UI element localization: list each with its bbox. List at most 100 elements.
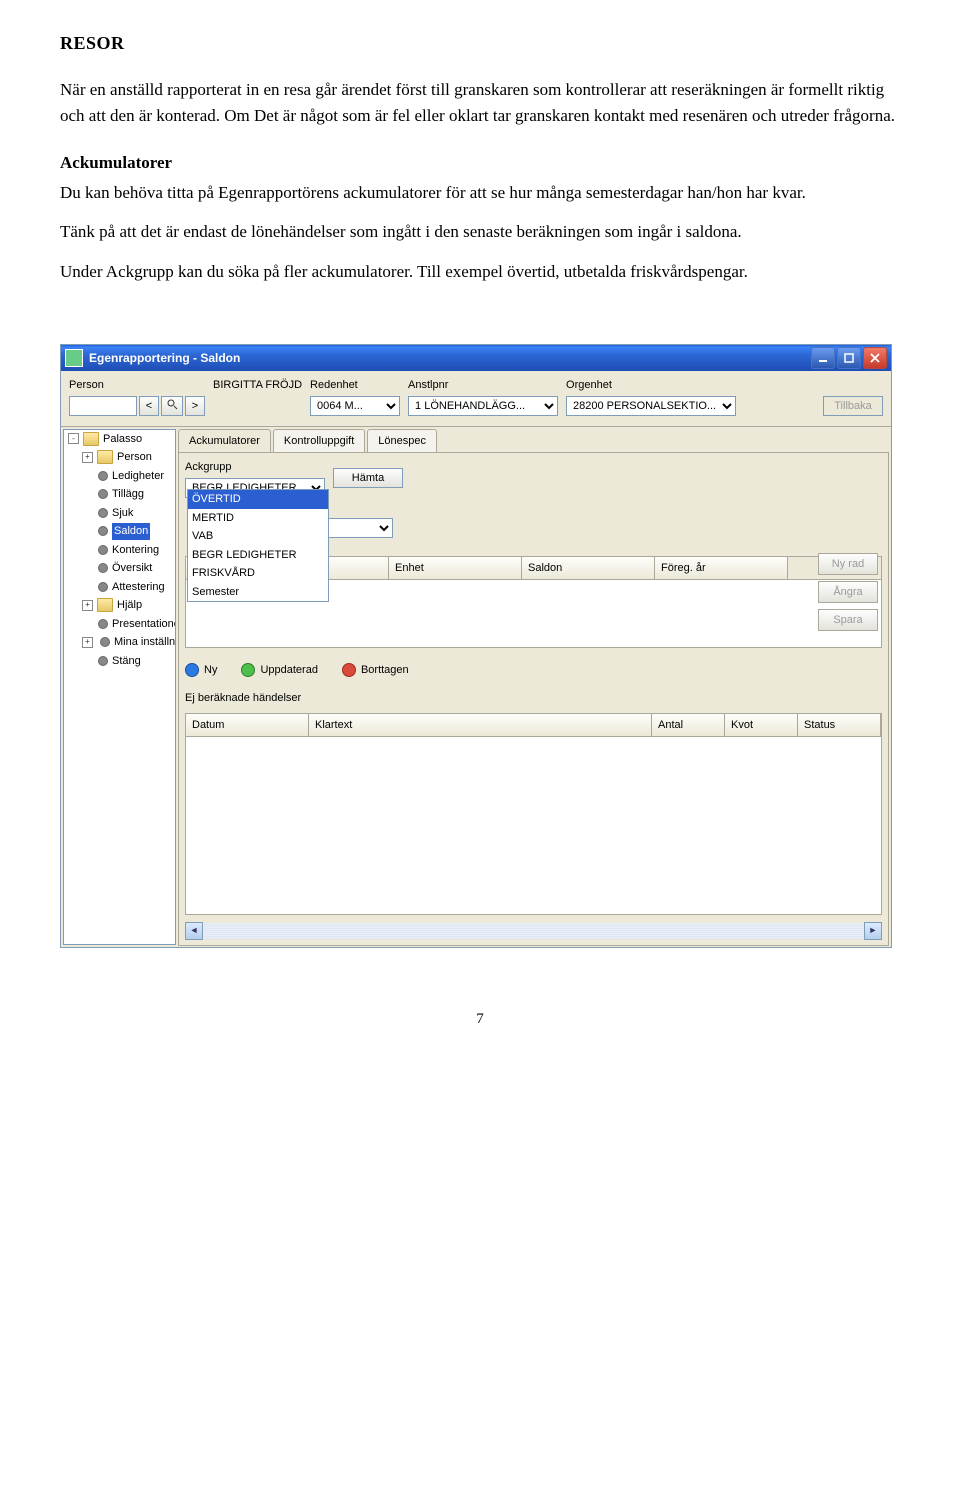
column-header[interactable]: Antal: [652, 714, 725, 737]
tree-expander-icon: [82, 471, 91, 480]
column-header[interactable]: Status: [798, 714, 881, 737]
tree-item-presentationer[interactable]: Presentationer: [64, 615, 175, 634]
legend: Ny Uppdaterad Borttagen: [185, 662, 882, 679]
app-icon: [65, 349, 83, 367]
page-number: 7: [60, 1008, 900, 1031]
ackgrupp-option[interactable]: VAB: [188, 527, 328, 546]
tree-item-mina-inställningar[interactable]: +Mina inställningar: [64, 633, 175, 652]
tree-item-label: Hjälp: [117, 597, 142, 614]
bullet-icon: [98, 526, 108, 536]
bullet-icon: [98, 545, 108, 555]
tree-item-stäng[interactable]: Stäng: [64, 652, 175, 671]
tree-item-label: Översikt: [112, 560, 152, 577]
column-header[interactable]: Enhet: [389, 557, 522, 580]
bullet-icon: [100, 637, 110, 647]
tree-item-person[interactable]: +Person: [64, 448, 175, 467]
horizontal-scrollbar[interactable]: ◄ ►: [185, 923, 882, 939]
tree-expander-icon[interactable]: +: [82, 452, 93, 463]
scroll-track[interactable]: [203, 923, 864, 939]
window-close-button[interactable]: [863, 347, 887, 369]
person-label: Person: [69, 377, 205, 394]
anstlpnr-select[interactable]: 1 LÖNEHANDLÄGG...: [408, 396, 558, 416]
bullet-icon: [98, 471, 108, 481]
anstlpnr-label: Anstlpnr: [408, 377, 558, 394]
tree-item-kontering[interactable]: Kontering: [64, 541, 175, 560]
tab-kontrolluppgift[interactable]: Kontrolluppgift: [273, 429, 365, 453]
legend-borttagen-icon: [342, 663, 356, 677]
hamta-button[interactable]: Hämta: [333, 468, 403, 488]
legend-ny-icon: [185, 663, 199, 677]
tree-item-attestering[interactable]: Attestering: [64, 578, 175, 597]
folder-icon: [97, 450, 113, 464]
person-input[interactable]: [69, 396, 137, 416]
column-header[interactable]: Kvot: [725, 714, 798, 737]
tree-item-label: Kontering: [112, 542, 159, 559]
tree-item-label: Presentationer: [112, 616, 176, 633]
orgenhet-select[interactable]: 28200 PERSONALSEKTIO...: [566, 396, 736, 416]
app-window: Egenrapportering - Saldon Person < >: [60, 344, 892, 948]
tree-item-översikt[interactable]: Översikt: [64, 559, 175, 578]
ackgrupp-option[interactable]: MERTID: [188, 509, 328, 528]
tree-item-hjälp[interactable]: + Hjälp: [64, 596, 175, 615]
tree-item-sjuk[interactable]: Sjuk: [64, 504, 175, 523]
nav-tree[interactable]: - Palasso+PersonLedigheterTilläggSjukSald…: [63, 429, 176, 945]
toolbar: Person < > BIRGITTA FRÖJD Redenhet 0064 …: [61, 371, 891, 427]
column-header[interactable]: Föreg. år: [655, 557, 788, 580]
tree-expander-icon[interactable]: +: [82, 637, 93, 648]
legend-uppdaterad-label: Uppdaterad: [260, 662, 318, 679]
tab-content-ackumulatorer: Ackgrupp BEGR LEDIGHETER Hämta ÖVERTIDME…: [178, 452, 889, 946]
person-prev-button[interactable]: <: [139, 396, 159, 416]
column-header[interactable]: Datum: [186, 714, 309, 737]
tree-item-label: Tillägg: [112, 486, 144, 503]
tree-item-label: Palasso: [103, 431, 142, 448]
tree-item-label: Attestering: [112, 579, 165, 596]
window-minimize-button[interactable]: [811, 347, 835, 369]
tree-item-saldon[interactable]: Saldon: [64, 522, 175, 541]
redenhet-select[interactable]: 0064 M...: [310, 396, 400, 416]
window-maximize-button[interactable]: [837, 347, 861, 369]
legend-uppdaterad-icon: [241, 663, 255, 677]
tree-item-tillägg[interactable]: Tillägg: [64, 485, 175, 504]
folder-icon: [97, 598, 113, 612]
tree-item-palasso[interactable]: - Palasso: [64, 430, 175, 449]
tab-ackumulatorer[interactable]: Ackumulatorer: [178, 429, 271, 453]
tree-expander-icon: [82, 656, 91, 665]
bullet-icon: [98, 508, 108, 518]
tree-item-ledigheter[interactable]: Ledigheter: [64, 467, 175, 486]
column-header[interactable]: Saldon: [522, 557, 655, 580]
tree-expander-icon: [82, 582, 91, 591]
redenhet-label: Redenhet: [310, 377, 400, 394]
person-name: BIRGITTA FRÖJD: [213, 377, 302, 394]
tabstrip: AckumulatorerKontrolluppgiftLönespec: [178, 429, 889, 453]
person-next-button[interactable]: >: [185, 396, 205, 416]
bullet-icon: [98, 656, 108, 666]
ackgrupp-option[interactable]: FRISKVÅRD: [188, 564, 328, 583]
titlebar[interactable]: Egenrapportering - Saldon: [61, 345, 891, 371]
ackgrupp-option[interactable]: Semester: [188, 583, 328, 602]
tree-expander-icon[interactable]: -: [68, 433, 79, 444]
ångra-button[interactable]: Ångra: [818, 581, 878, 603]
ackgrupp-option[interactable]: ÖVERTID: [188, 490, 328, 509]
bullet-icon: [98, 619, 108, 629]
bullet-icon: [98, 563, 108, 573]
scroll-right-button[interactable]: ►: [864, 922, 882, 940]
tree-expander-icon: [82, 490, 91, 499]
tillbaka-button[interactable]: Tillbaka: [823, 396, 883, 416]
spara-button[interactable]: Spara: [818, 609, 878, 631]
tree-expander-icon[interactable]: +: [82, 600, 93, 611]
tab-lönespec[interactable]: Lönespec: [367, 429, 437, 453]
person-search-button[interactable]: [161, 396, 183, 416]
tree-item-label: Saldon: [112, 523, 150, 540]
ackgrupp-dropdown-list[interactable]: ÖVERTIDMERTIDVABBEGR LEDIGHETERFRISKVÅRD…: [187, 489, 329, 602]
ackgrupp-option[interactable]: BEGR LEDIGHETER: [188, 546, 328, 565]
ny-rad-button[interactable]: Ny rad: [818, 553, 878, 575]
doc-para-4: Under Ackgrupp kan du söka på fler ackum…: [60, 259, 900, 285]
doc-para-3: Tänk på att det är endast de lönehändels…: [60, 219, 900, 245]
tree-item-label: Stäng: [112, 653, 141, 670]
scroll-left-button[interactable]: ◄: [185, 922, 203, 940]
grid-ej-beraknade: DatumKlartextAntalKvotStatus: [185, 713, 882, 915]
section-ej-beraknade-label: Ej beräknade händelser: [185, 690, 882, 707]
tree-expander-icon: [82, 508, 91, 517]
column-header[interactable]: Klartext: [309, 714, 652, 737]
doc-para-1: När en anställd rapporterat in en resa g…: [60, 77, 900, 128]
